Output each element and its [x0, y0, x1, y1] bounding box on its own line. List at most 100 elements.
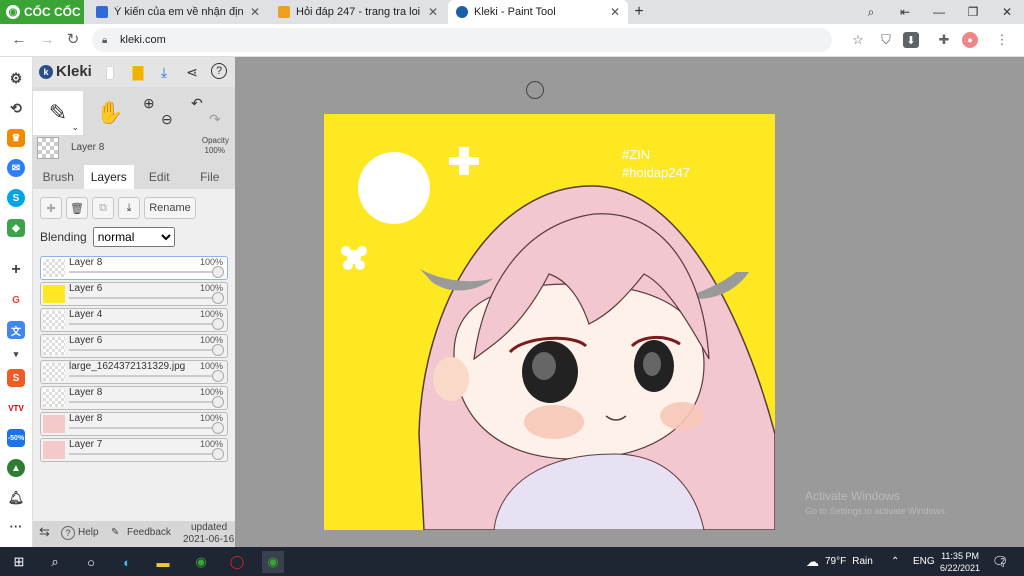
close-window-icon[interactable]: ✕	[990, 0, 1024, 24]
brush-tool-button[interactable]: ✎ ⌄	[33, 91, 83, 135]
layer-opacity-knob[interactable]	[212, 266, 224, 278]
back-history-icon[interactable]: ⇤	[888, 0, 922, 24]
tiki-icon[interactable]: -50%	[7, 429, 25, 447]
tab-3-active[interactable]: Kleki - Paint Tool ✕	[448, 0, 628, 24]
layer-item[interactable]: Layer 6 100%	[40, 334, 228, 358]
chevron-down-icon[interactable]: ⌄	[71, 122, 79, 133]
delete-layer-icon[interactable]: 🗑︎	[66, 197, 88, 219]
tab-1[interactable]: Ý kiến của em về nhận định c ✕	[88, 0, 268, 24]
layer-opacity-knob[interactable]	[212, 422, 224, 434]
vtv-icon[interactable]: VTV	[7, 399, 25, 417]
messenger-icon[interactable]: ✉	[7, 159, 25, 177]
zoom-out-icon[interactable]: ⊖	[161, 111, 173, 128]
layer-opacity-slider[interactable]	[69, 349, 217, 351]
layer-opacity-knob[interactable]	[212, 396, 224, 408]
close-tab-icon[interactable]: ✕	[610, 5, 620, 19]
notification-bell-icon[interactable]: 🔔︎	[7, 489, 25, 507]
layer-item[interactable]: large_1624372131329.jpg 100%	[40, 360, 228, 384]
layer-opacity-knob[interactable]	[212, 370, 224, 382]
rename-button[interactable]: Rename	[144, 197, 196, 219]
close-tab-icon[interactable]: ✕	[250, 5, 260, 19]
undo-icon[interactable]: ↶	[191, 95, 203, 112]
feedback-pencil-icon[interactable]: ✎	[111, 527, 119, 538]
file-explorer-icon[interactable]: ▬	[152, 551, 174, 573]
edge-icon[interactable]: ◐	[116, 551, 138, 573]
redo-icon[interactable]: ↷	[209, 111, 221, 128]
game-controller-icon[interactable]: ◆	[7, 219, 25, 237]
reload-icon[interactable]: ↻	[62, 28, 84, 50]
google-icon[interactable]: G	[7, 291, 25, 309]
tab-edit[interactable]: Edit	[134, 165, 185, 189]
restore-icon[interactable]: ❐	[956, 0, 990, 24]
layer-opacity-slider[interactable]	[69, 427, 217, 429]
shopee-icon[interactable]: S	[7, 369, 25, 387]
swap-icon[interactable]: ⇆	[39, 524, 50, 540]
notification-center-icon[interactable]: 🗨︎ 2	[992, 547, 1009, 576]
coccoc-taskbar-icon[interactable]: ◉	[190, 551, 212, 573]
profile-avatar[interactable]: ●	[962, 32, 978, 48]
tab-file[interactable]: File	[185, 165, 236, 189]
download-icon[interactable]: ⬇	[903, 32, 919, 48]
hat-icon[interactable]: ▲	[7, 459, 25, 477]
layer-item[interactable]: Layer 7 100%	[40, 438, 228, 462]
zoom-in-icon[interactable]: ⊕	[143, 95, 155, 112]
download-save-icon[interactable]: ⤓	[155, 63, 173, 81]
skype-icon[interactable]: S	[7, 189, 25, 207]
layer-item[interactable]: Layer 8 100%	[40, 256, 228, 280]
chevron-down-icon[interactable]: ▾	[7, 345, 25, 363]
layer-opacity-knob[interactable]	[212, 344, 224, 356]
close-tab-icon[interactable]: ✕	[428, 5, 438, 19]
add-layer-button[interactable]: ✚	[40, 197, 62, 219]
forward-icon[interactable]: →	[36, 28, 58, 50]
tab-layers[interactable]: Layers	[83, 165, 134, 189]
tab-brush[interactable]: Brush	[33, 165, 84, 189]
opera-icon[interactable]: ◯	[226, 551, 248, 573]
translate-icon[interactable]: 文	[7, 321, 25, 339]
layer-opacity-knob[interactable]	[212, 318, 224, 330]
clock[interactable]: 11:35 PM 6/22/2021	[940, 547, 980, 576]
weather-widget[interactable]: ☁ 79°F Rain	[806, 547, 873, 576]
blending-select[interactable]: normal	[92, 227, 175, 247]
coccoc-menu-button[interactable]: ◉ CỐC CỐC	[0, 0, 84, 24]
open-folder-icon[interactable]: ▇	[129, 63, 147, 81]
windows-start-icon[interactable]: ⊞	[8, 551, 30, 573]
kleki-logo[interactable]: k Kleki	[39, 63, 92, 80]
help-icon[interactable]: ?	[61, 526, 75, 540]
layer-item[interactable]: Layer 8 100%	[40, 386, 228, 410]
more-icon[interactable]: ···	[7, 517, 25, 535]
help-question-icon[interactable]: ?	[211, 63, 227, 79]
bookmark-star-icon[interactable]: ☆	[848, 30, 868, 50]
address-bar[interactable]: 🔒︎ kleki.com	[92, 28, 832, 52]
hand-tool-button[interactable]: ✋	[87, 91, 133, 135]
layer-opacity-slider[interactable]	[69, 271, 217, 273]
extensions-icon[interactable]: ✚	[934, 30, 954, 50]
layer-opacity-slider[interactable]	[69, 401, 217, 403]
share-icon[interactable]: ⋖	[183, 63, 201, 81]
new-tab-button[interactable]: +	[628, 0, 650, 24]
layer-opacity-slider[interactable]	[69, 375, 217, 377]
drawing-canvas[interactable]: #ZIN #hoidap247	[324, 114, 775, 530]
tab-2[interactable]: Hỏi đáp 247 - trang tra loi ✕	[270, 0, 446, 24]
history-icon[interactable]: ⟲	[7, 99, 25, 117]
help-link[interactable]: Help	[78, 527, 99, 538]
layer-opacity-slider[interactable]	[69, 323, 217, 325]
layer-opacity-slider[interactable]	[69, 297, 217, 299]
feedback-link[interactable]: Feedback	[127, 527, 171, 538]
menu-kebab-icon[interactable]: ⋮	[992, 30, 1012, 50]
layer-opacity-knob[interactable]	[212, 292, 224, 304]
task-view-icon[interactable]: ○	[80, 551, 102, 573]
minimize-icon[interactable]: —	[922, 0, 956, 24]
shield-icon[interactable]: ⛉	[876, 30, 896, 50]
merge-down-icon[interactable]: ⤓	[118, 197, 140, 219]
layer-item[interactable]: Layer 4 100%	[40, 308, 228, 332]
add-sidebar-item-icon[interactable]: +	[7, 261, 25, 279]
back-icon[interactable]: ←	[8, 28, 30, 50]
tray-chevron-icon[interactable]: ⌃	[891, 547, 899, 576]
layer-opacity-knob[interactable]	[212, 448, 224, 460]
duplicate-layer-icon[interactable]: ⧉	[92, 197, 114, 219]
layer-item[interactable]: Layer 6 100%	[40, 282, 228, 306]
coccoc-active-taskbar-icon[interactable]: ◉	[262, 551, 284, 573]
layer-item[interactable]: Layer 8 100%	[40, 412, 228, 436]
crown-icon[interactable]: ♛	[7, 129, 25, 147]
settings-gear-icon[interactable]: ⚙	[7, 69, 25, 87]
